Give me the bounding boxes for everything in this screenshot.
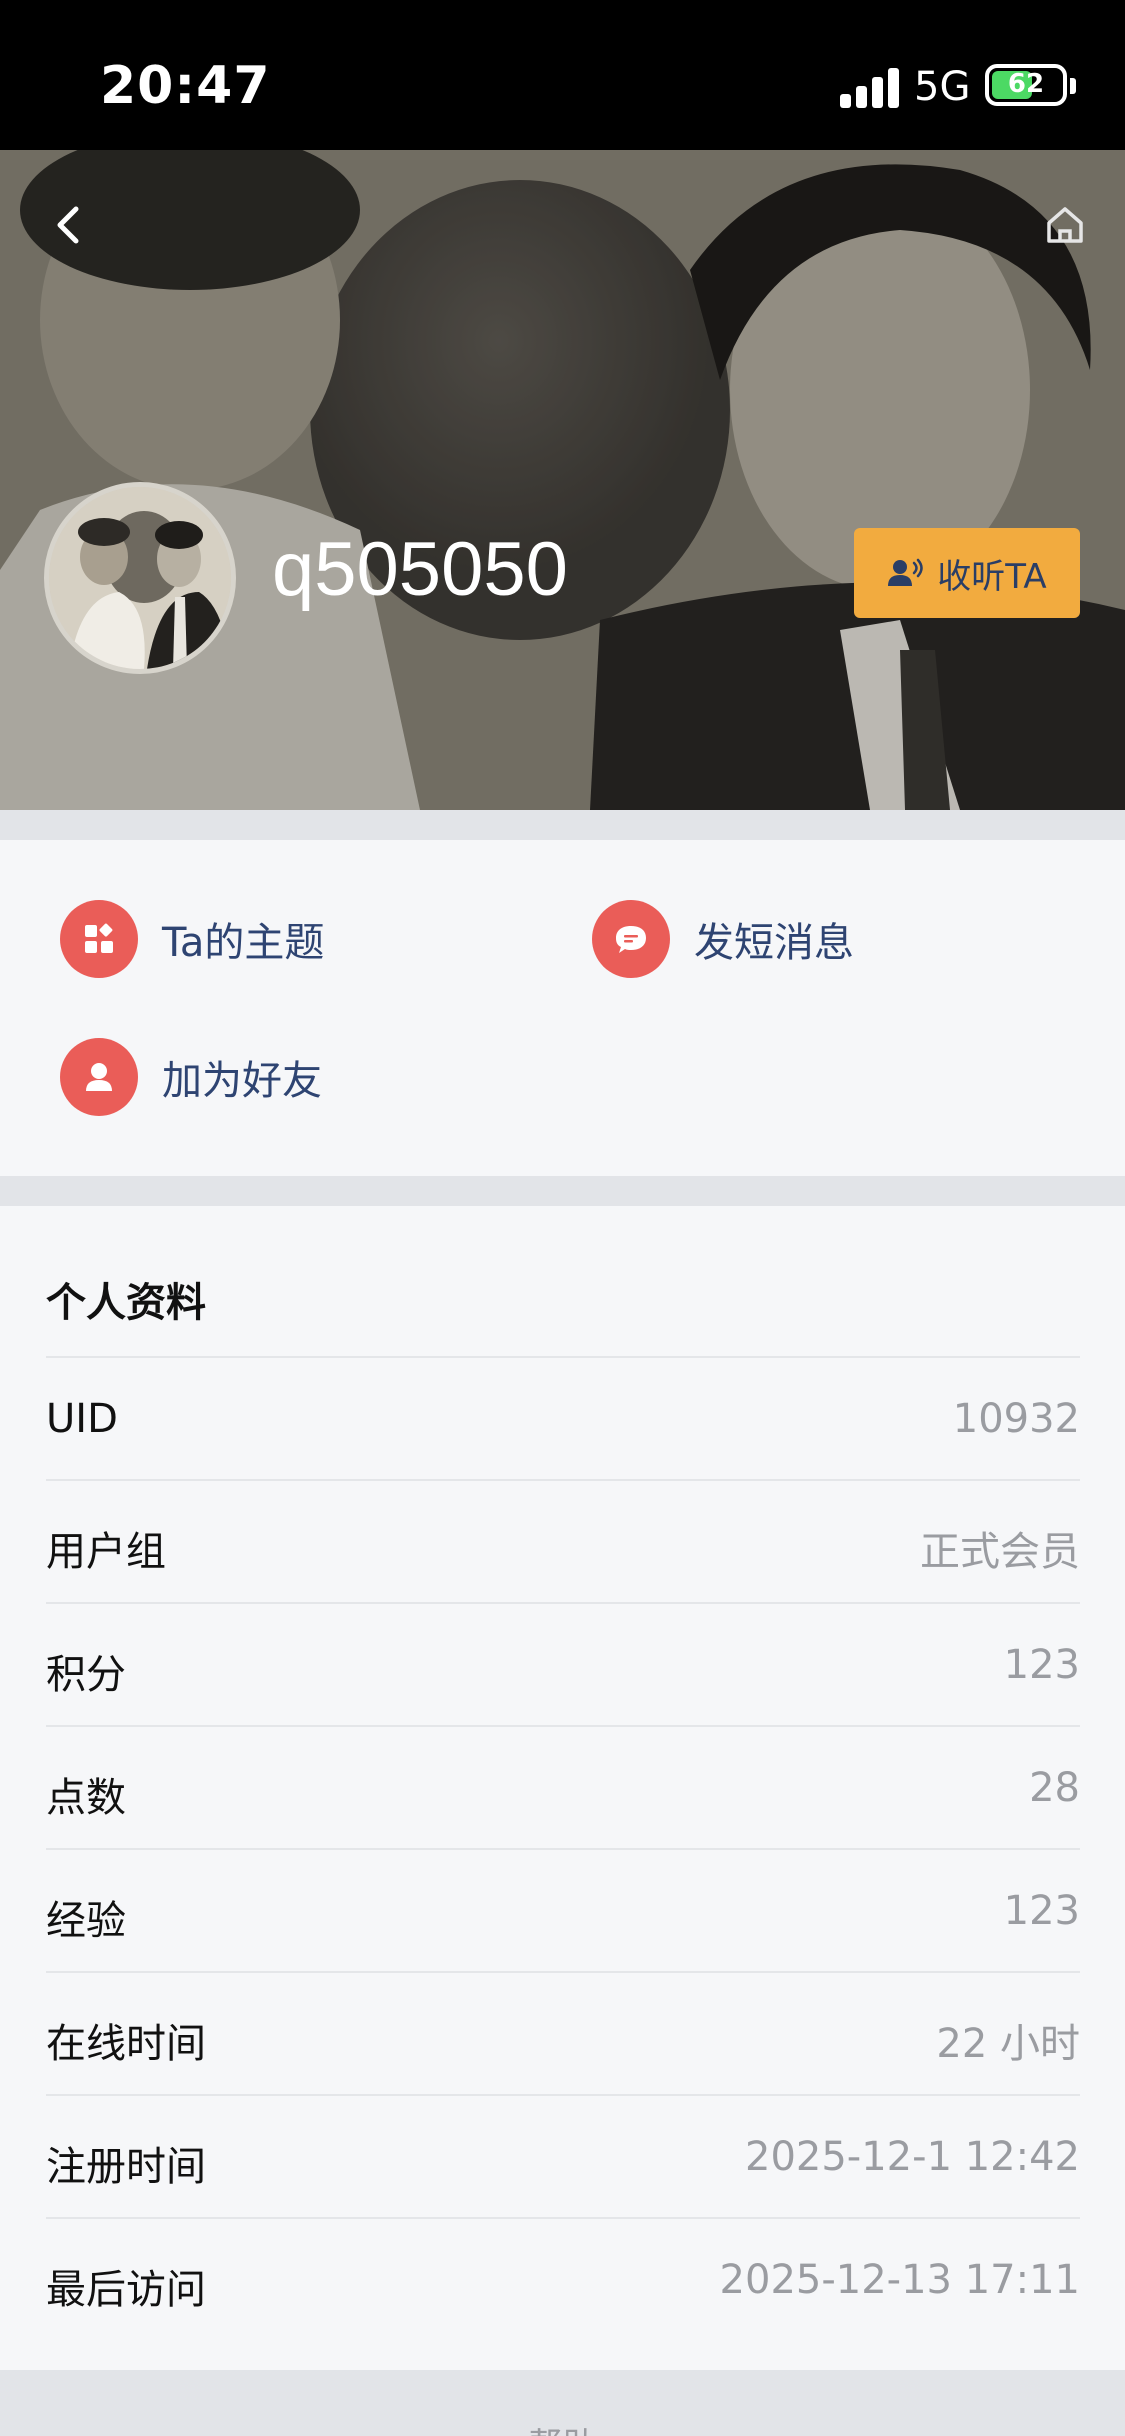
- signal-bars-icon: [840, 66, 900, 108]
- chat-bubble-icon: [592, 900, 670, 978]
- info-label: UID: [46, 1396, 118, 1442]
- info-row-register-time: 注册时间 2025-12-1 12:42: [46, 2094, 1080, 2217]
- info-label: 最后访问: [46, 2267, 206, 2313]
- help-link[interactable]: 帮助: [0, 2418, 1125, 2436]
- info-label: 积分: [46, 1652, 126, 1698]
- status-time: 20:47: [100, 56, 271, 116]
- info-row-last-visit: 最后访问 2025-12-13 17:11: [46, 2217, 1080, 2340]
- info-row-user-group: 用户组 正式会员: [46, 1479, 1080, 1602]
- action-label-add-friend: 加为好友: [162, 1058, 322, 1104]
- info-row-uid: UID 10932: [46, 1356, 1080, 1479]
- home-icon: [1047, 207, 1083, 243]
- info-row-points: 点数 28: [46, 1725, 1080, 1848]
- info-label: 经验: [46, 1898, 126, 1944]
- avatar-image: [49, 487, 231, 669]
- profile-card: 个人资料 UID 10932 用户组 正式会员 积分 123 点数 28 经验 …: [0, 1206, 1125, 2370]
- status-bar: 20:47 5G 62: [0, 0, 1125, 150]
- follow-label: 收听TA: [937, 556, 1047, 597]
- battery-cap: [1070, 78, 1076, 94]
- info-label: 用户组: [46, 1529, 166, 1575]
- username: q505050: [272, 527, 568, 612]
- info-value: 123: [1003, 1642, 1080, 1688]
- avatar[interactable]: [44, 482, 236, 674]
- info-value: 2025-12-1 12:42: [745, 2134, 1080, 2180]
- actions-card: Ta的主题 发短消息 加为好友: [0, 840, 1125, 1176]
- info-value: 123: [1003, 1888, 1080, 1934]
- cover-photo: [0, 150, 1125, 810]
- home-button[interactable]: [1035, 195, 1095, 255]
- battery-level: 62: [1007, 69, 1045, 99]
- info-row-credits: 积分 123: [46, 1602, 1080, 1725]
- info-value: 22 小时: [936, 2021, 1080, 2067]
- action-label-message: 发短消息: [694, 920, 854, 966]
- network-type: 5G: [914, 64, 971, 110]
- back-button[interactable]: [40, 195, 100, 255]
- battery-icon: 62: [985, 64, 1067, 106]
- info-value: 28: [1029, 1765, 1080, 1811]
- info-row-online-time: 在线时间 22 小时: [46, 1971, 1080, 2094]
- grid-icon: [60, 900, 138, 978]
- section-title: 个人资料: [46, 1280, 206, 1326]
- info-row-experience: 经验 123: [46, 1848, 1080, 1971]
- info-label: 注册时间: [46, 2144, 206, 2190]
- follow-button[interactable]: 收听TA: [854, 528, 1080, 618]
- info-value: 2025-12-13 17:11: [719, 2257, 1080, 2303]
- user-icon: [60, 1038, 138, 1116]
- info-value: 10932: [952, 1396, 1080, 1442]
- chevron-left-icon: [57, 206, 79, 244]
- bottom-area: 帮助: [0, 2370, 1125, 2436]
- action-label-threads: Ta的主题: [162, 920, 325, 966]
- info-label: 点数: [46, 1775, 126, 1821]
- action-add-friend[interactable]: 加为好友: [60, 1038, 322, 1116]
- action-user-threads[interactable]: Ta的主题: [60, 900, 324, 978]
- action-send-message[interactable]: 发短消息: [592, 900, 854, 978]
- people-voice-icon: [888, 558, 924, 586]
- profile-cover: q505050 收听TA: [0, 150, 1125, 810]
- info-value: 正式会员: [920, 1529, 1080, 1575]
- info-label: 在线时间: [46, 2021, 206, 2067]
